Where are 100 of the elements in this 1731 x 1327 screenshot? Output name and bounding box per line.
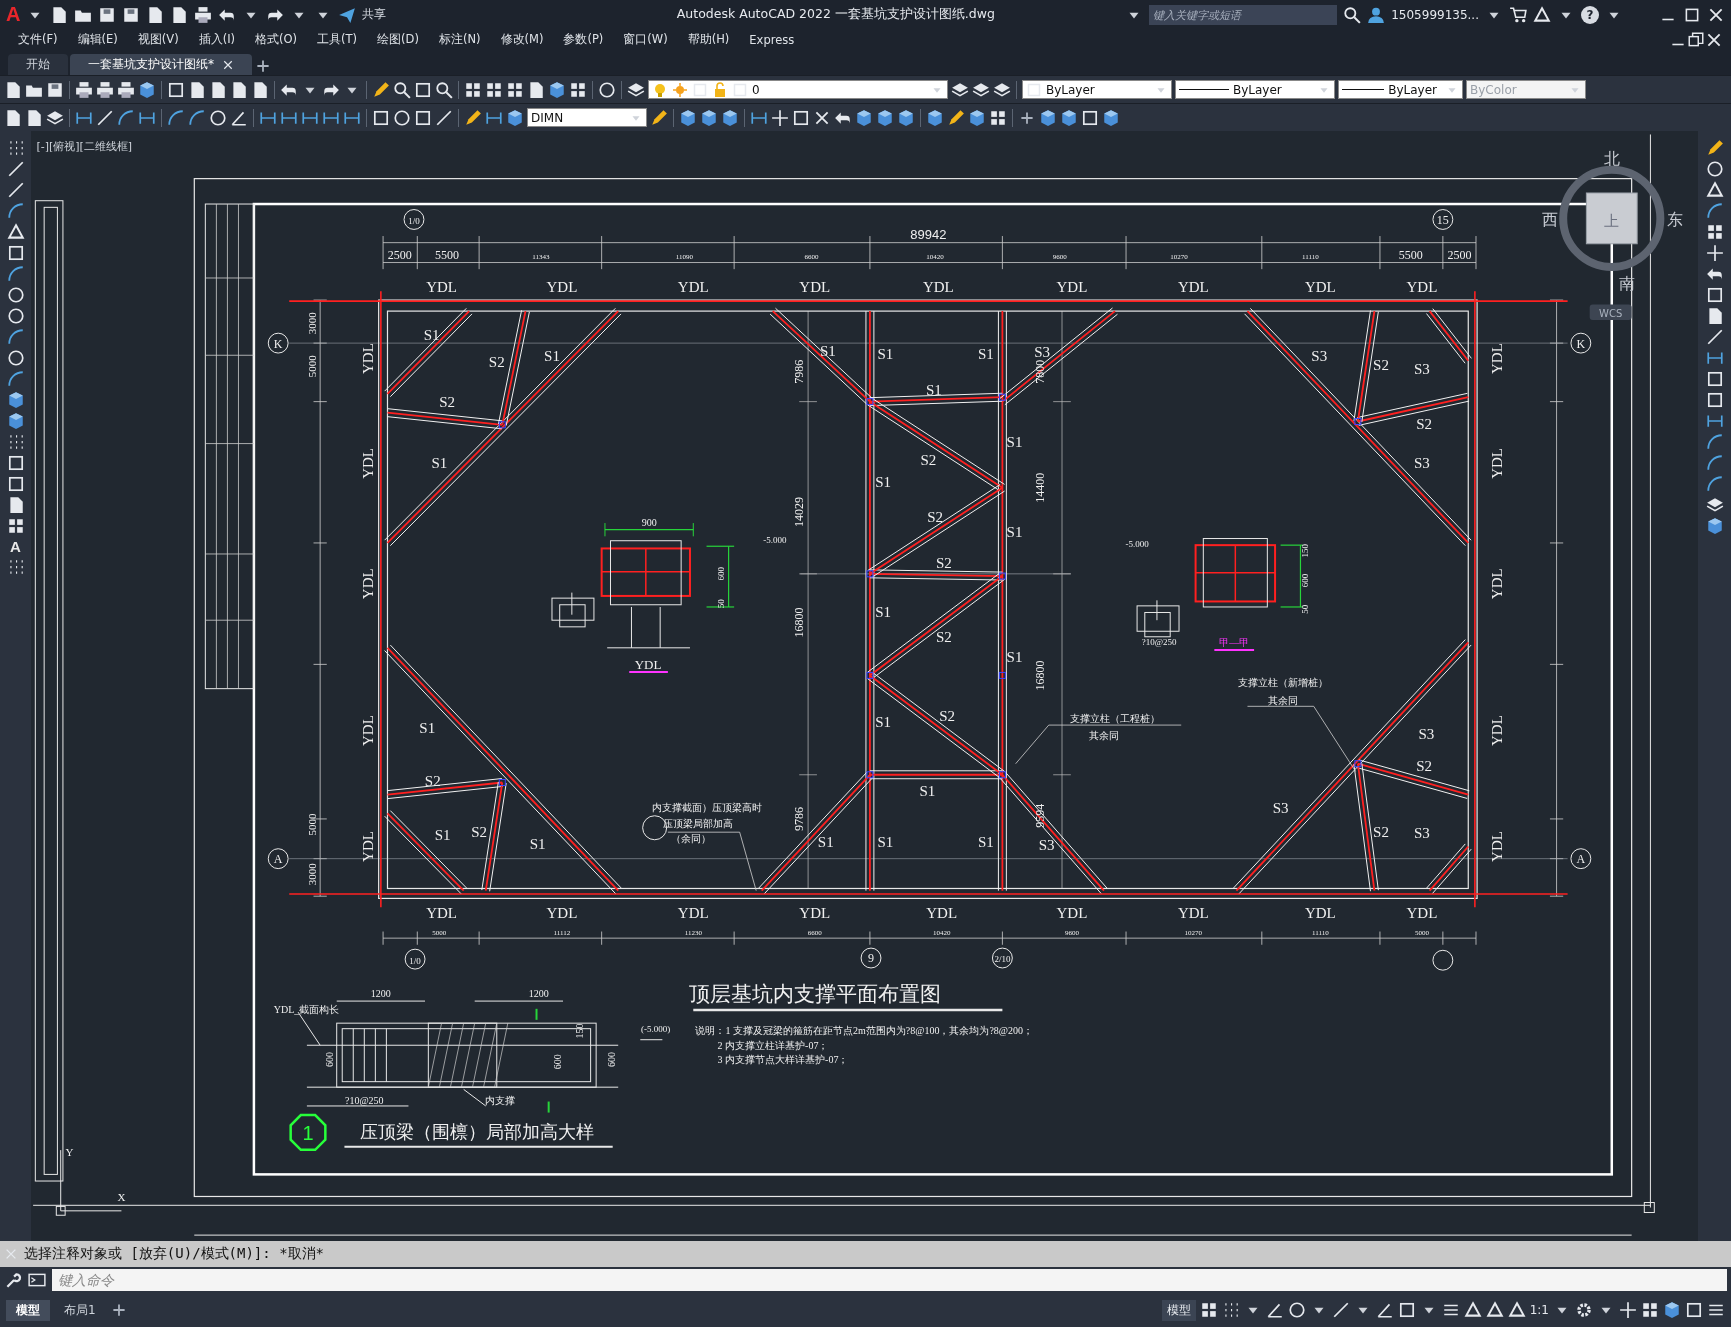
menu-item[interactable]: 视图(V) — [127, 32, 189, 47]
cube-icon[interactable] — [926, 108, 944, 127]
menu-item[interactable]: 参数(P) — [553, 32, 614, 47]
dimension-style-dropdown[interactable]: DIMN — [527, 108, 647, 127]
grid-icon[interactable] — [989, 108, 1007, 127]
lineweight-dropdown[interactable]: ByLayer — [1338, 80, 1463, 99]
menu-item[interactable]: 标注(N) — [428, 32, 491, 47]
arc-icon[interactable] — [1705, 454, 1724, 472]
crosshair-icon[interactable] — [771, 108, 789, 127]
grip-handle[interactable] — [1643, 1202, 1655, 1213]
cube-icon[interactable] — [855, 108, 873, 127]
square-icon[interactable] — [414, 80, 432, 99]
arc-icon[interactable] — [6, 370, 25, 388]
arc-icon[interactable] — [1705, 202, 1724, 220]
document-icon[interactable] — [146, 5, 165, 24]
ucs-menu[interactable] — [1589, 304, 1632, 320]
document-icon[interactable] — [4, 80, 22, 99]
square-icon[interactable] — [6, 244, 25, 262]
pencil-icon[interactable] — [464, 108, 482, 127]
circle-icon[interactable] — [1287, 1301, 1306, 1319]
user-icon[interactable] — [1367, 5, 1386, 24]
square-icon[interactable] — [6, 475, 25, 493]
app-logo[interactable]: A — [6, 3, 21, 26]
circle-icon[interactable] — [393, 108, 411, 127]
document-icon[interactable] — [251, 80, 269, 99]
sun-icon[interactable] — [672, 80, 688, 99]
cube-icon[interactable] — [1705, 517, 1724, 535]
printer-icon[interactable] — [96, 80, 114, 99]
help-button[interactable]: ? — [1581, 5, 1599, 24]
save-icon[interactable] — [98, 5, 117, 24]
cube-icon[interactable] — [1060, 108, 1078, 127]
circle-icon[interactable] — [6, 349, 25, 367]
menu-item[interactable]: Express — [739, 32, 805, 47]
gear-icon[interactable] — [1575, 1301, 1593, 1319]
arc-icon[interactable] — [6, 328, 25, 346]
triangle-icon[interactable] — [1705, 181, 1724, 199]
cube-icon[interactable] — [506, 108, 524, 127]
linetype-dropdown[interactable]: ByLayer — [1175, 80, 1335, 99]
plane-icon[interactable] — [338, 5, 357, 24]
square-icon[interactable] — [1705, 370, 1724, 388]
line-icon[interactable] — [96, 108, 114, 127]
search-icon[interactable] — [435, 80, 453, 99]
layers-icon[interactable] — [1705, 496, 1724, 514]
cube-icon[interactable] — [6, 391, 25, 409]
pencil-icon[interactable] — [1705, 139, 1724, 157]
pencil-icon[interactable] — [947, 108, 965, 127]
cube-icon[interactable] — [548, 80, 566, 99]
grid-icon[interactable] — [485, 80, 503, 99]
square-icon[interactable] — [792, 108, 810, 127]
share-link[interactable]: 共享 — [362, 6, 387, 23]
layer-dropdown[interactable]: 0 — [648, 80, 948, 99]
line-icon[interactable] — [6, 160, 25, 178]
menu-item[interactable]: 插入(I) — [188, 32, 246, 47]
square-icon[interactable] — [414, 108, 432, 127]
document-icon[interactable] — [209, 80, 227, 99]
document-icon[interactable] — [50, 5, 69, 24]
dimension-icon[interactable] — [1705, 349, 1724, 367]
document-tab[interactable]: 开始 — [8, 54, 68, 75]
menu-item[interactable]: 编辑(E) — [67, 32, 128, 47]
pencil-icon[interactable] — [650, 108, 668, 127]
cube-icon[interactable] — [721, 108, 739, 127]
triangle-icon[interactable] — [6, 223, 25, 241]
menu-item[interactable]: 帮助(H) — [677, 32, 740, 47]
grid-icon[interactable] — [464, 80, 482, 99]
square-icon[interactable] — [167, 80, 185, 99]
cart-icon[interactable] — [1509, 5, 1527, 24]
search-field[interactable]: 键入关键字或短语 — [1149, 4, 1338, 25]
square-icon[interactable] — [1705, 286, 1724, 304]
pencil-icon[interactable] — [372, 80, 390, 99]
cube-icon[interactable] — [968, 108, 986, 127]
square-icon[interactable] — [1705, 391, 1724, 409]
cube-icon[interactable] — [876, 108, 894, 127]
grid-icon[interactable] — [569, 80, 587, 99]
grid-icon[interactable] — [1199, 1301, 1218, 1319]
save-icon[interactable] — [122, 5, 141, 24]
line-icon[interactable] — [1331, 1301, 1350, 1319]
line-icon[interactable] — [1705, 328, 1724, 346]
cube-icon[interactable] — [1663, 1301, 1681, 1319]
line-icon[interactable] — [435, 108, 453, 127]
text-tool[interactable]: A — [10, 538, 21, 555]
line-icon[interactable] — [6, 181, 25, 199]
arc-icon[interactable] — [117, 108, 135, 127]
plus-icon[interactable] — [254, 57, 272, 75]
triangle-icon[interactable] — [1533, 5, 1551, 24]
square-icon[interactable] — [1397, 1301, 1416, 1319]
menu-item[interactable]: 格式(O) — [245, 32, 308, 47]
circle-icon[interactable] — [6, 286, 25, 304]
grid-icon[interactable] — [506, 80, 524, 99]
crosshair-icon[interactable] — [1619, 1301, 1637, 1319]
menu-item[interactable]: 窗口(W) — [613, 32, 678, 47]
printer-icon[interactable] — [194, 5, 213, 24]
cube-icon[interactable] — [700, 108, 718, 127]
menu-item[interactable]: 文件(F) — [8, 32, 68, 47]
menu-item[interactable]: 修改(M) — [490, 32, 554, 47]
menu-item[interactable]: 工具(T) — [307, 32, 368, 47]
crosshair-icon[interactable] — [1705, 244, 1724, 262]
arc-icon[interactable] — [188, 108, 206, 127]
circle-icon[interactable] — [1705, 160, 1724, 178]
square-icon[interactable] — [1685, 1301, 1703, 1319]
grid-icon[interactable] — [1641, 1301, 1659, 1319]
